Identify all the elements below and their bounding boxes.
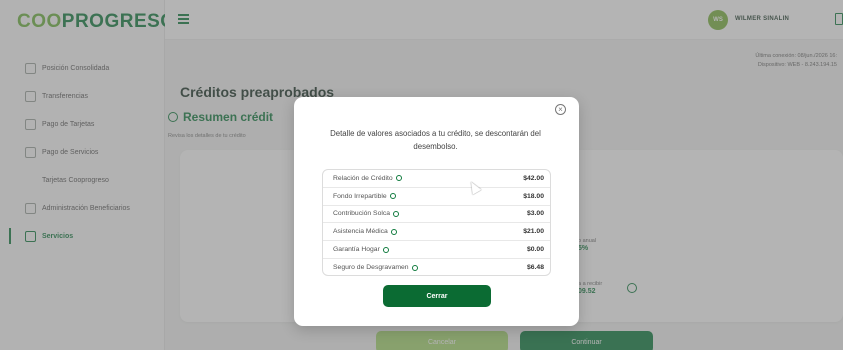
info-icon[interactable] bbox=[389, 193, 396, 200]
fees-table: Relación de Crédito $42.00 Fondo Irrepar… bbox=[322, 169, 551, 276]
table-row: Seguro de Desgravamen $6.48 bbox=[333, 264, 544, 272]
fee-value: $3.00 bbox=[526, 210, 544, 218]
fee-value: $21.00 bbox=[523, 228, 544, 236]
table-row: Fondo Irrepartible $18.00 bbox=[323, 188, 550, 206]
info-icon[interactable] bbox=[393, 210, 400, 217]
info-icon[interactable] bbox=[390, 228, 397, 235]
close-button[interactable]: Cerrar bbox=[383, 285, 491, 307]
info-icon[interactable] bbox=[411, 264, 418, 271]
fee-value: $42.00 bbox=[523, 174, 544, 182]
table-row: Garantía Hogar $0.00 bbox=[323, 241, 550, 259]
table-row: Contribución Solca $3.00 bbox=[323, 206, 550, 224]
fee-value: $0.00 bbox=[526, 246, 544, 254]
fees-detail-modal: × Detalle de valores asociados a tu créd… bbox=[294, 97, 579, 326]
info-icon[interactable] bbox=[395, 175, 402, 182]
fee-value: $6.48 bbox=[526, 264, 544, 272]
close-icon[interactable]: × bbox=[555, 104, 566, 115]
table-row: Asistencia Médica $21.00 bbox=[323, 223, 550, 242]
fee-value: $18.00 bbox=[523, 192, 544, 200]
modal-title: Detalle de valores asociados a tu crédit… bbox=[330, 129, 541, 151]
table-row: Relación de Crédito $42.00 bbox=[323, 170, 550, 188]
info-icon[interactable] bbox=[382, 246, 389, 253]
